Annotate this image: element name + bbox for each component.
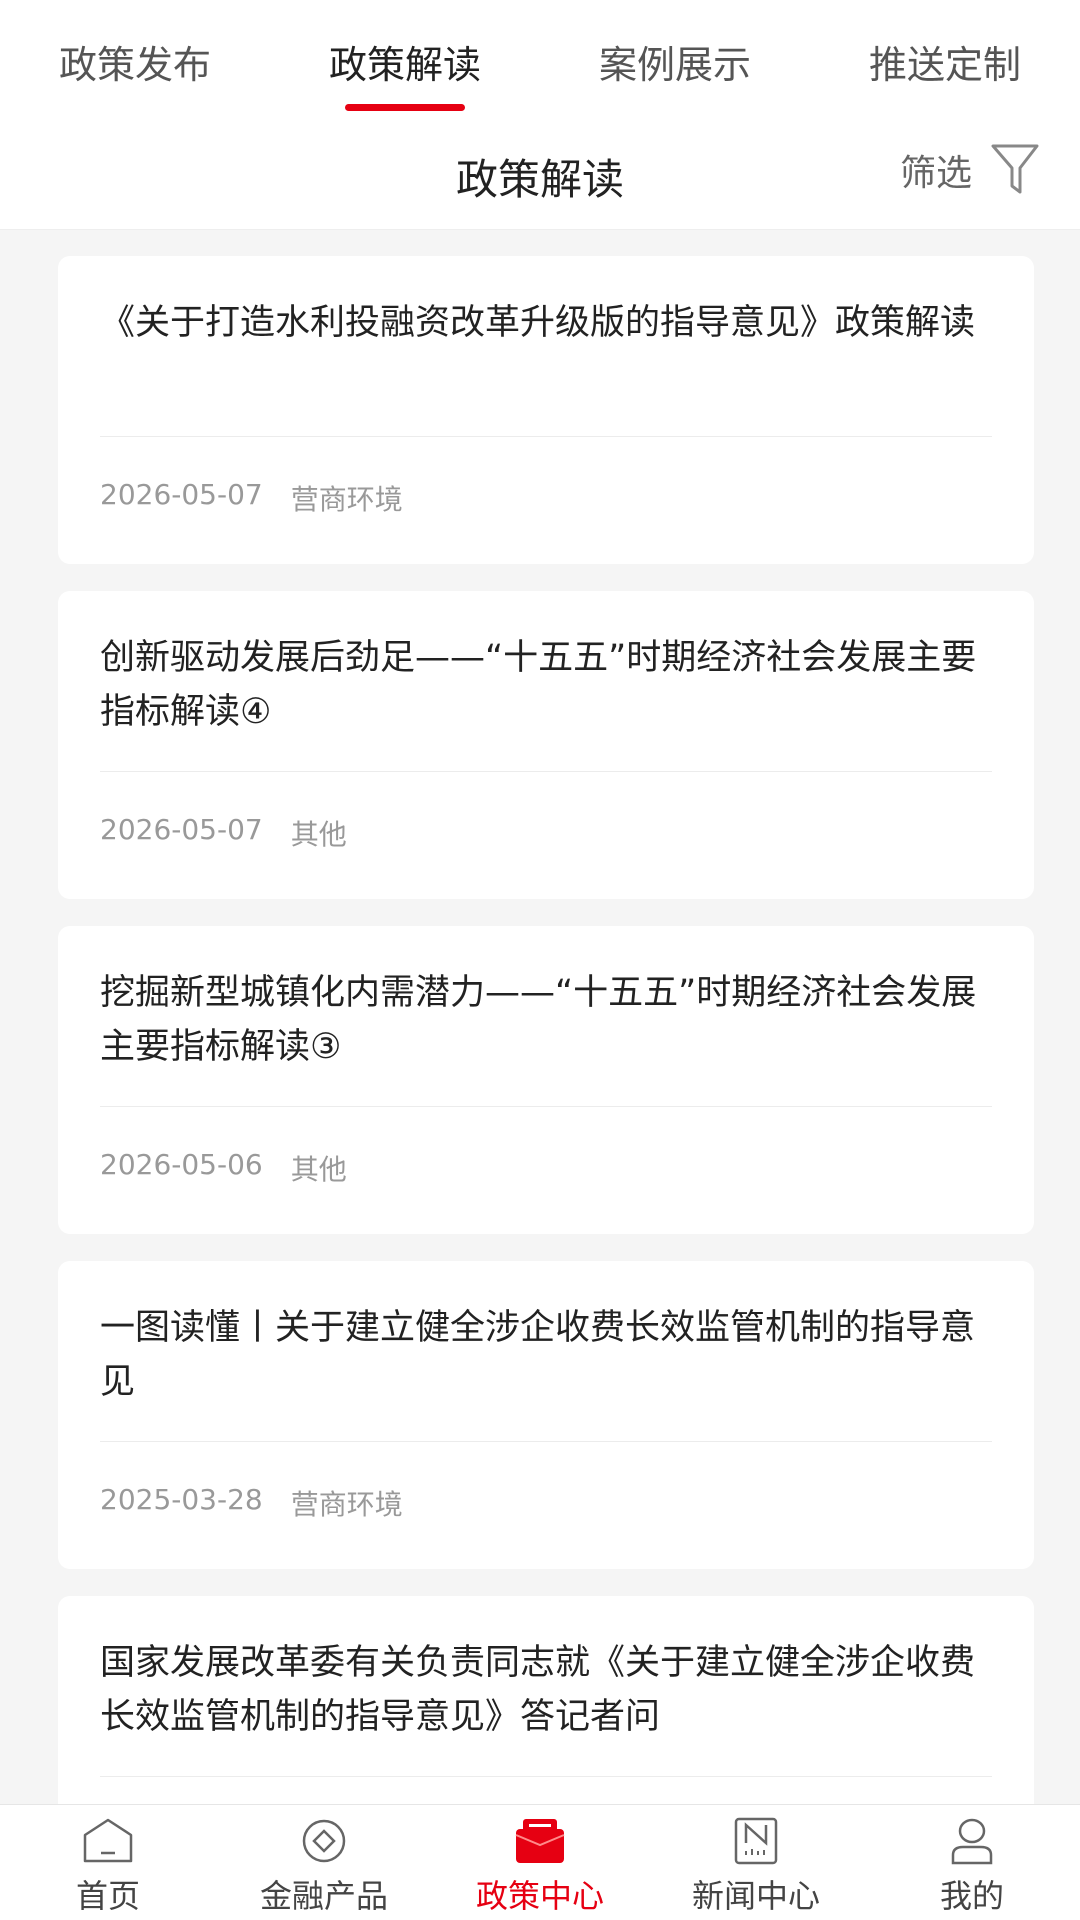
filter-icon	[991, 144, 1039, 194]
tab-push-customization[interactable]: 推送定制	[869, 0, 1021, 118]
article-date: 2026-05-07	[100, 813, 263, 846]
divider	[100, 1106, 992, 1107]
article-category: 其他	[290, 818, 347, 851]
tab-label: 案例展示	[598, 43, 751, 87]
tab-label: 政策解读	[328, 43, 481, 87]
list-item[interactable]: 一图读懂丨关于建立健全涉企收费长效监管机制的指导意见 2025-03-28 营商…	[58, 1261, 1034, 1569]
nav-label: 新闻中心	[691, 1877, 820, 1915]
diamond-icon	[302, 1819, 346, 1863]
profile-icon	[951, 1818, 993, 1865]
app-root: 政策发布 政策解读 案例展示 推送定制 政策解读 筛选 《关于打造水利投融资改革…	[0, 0, 1080, 1920]
article-category: 营商环境	[290, 1488, 403, 1521]
page-header: 政策解读 筛选	[0, 118, 1080, 230]
nav-label: 首页	[75, 1877, 140, 1915]
tab-policy-release[interactable]: 政策发布	[59, 0, 211, 118]
article-meta: 2026-05-07 其他	[100, 813, 347, 853]
article-category: 营商环境	[290, 483, 403, 516]
divider	[100, 1441, 992, 1442]
article-title: 一图读懂丨关于建立健全涉企收费长效监管机制的指导意见	[100, 1308, 976, 1402]
news-icon	[734, 1817, 778, 1865]
tab-policy-interpretation[interactable]: 政策解读	[329, 0, 481, 118]
tab-label: 推送定制	[868, 43, 1021, 87]
filter-label: 筛选	[899, 153, 972, 194]
article-date: 2025-03-28	[100, 1483, 263, 1516]
list-item[interactable]: 《关于打造水利投融资改革升级版的指导意见》政策解读 2026-05-07 营商环…	[58, 256, 1034, 564]
policy-folder-icon	[515, 1819, 565, 1863]
nav-my[interactable]: 我的	[864, 1805, 1080, 1920]
list-item[interactable]: 挖掘新型城镇化内需潜力——“十五五”时期经济社会发展主要指标解读③ 2026-0…	[58, 926, 1034, 1234]
article-meta: 2025-03-28 营商环境	[100, 1483, 403, 1523]
nav-label: 政策中心	[475, 1877, 604, 1915]
divider	[100, 1776, 992, 1777]
nav-label: 我的	[939, 1877, 1004, 1915]
article-title: 国家发展改革委有关负责同志就《关于建立健全涉企收费长效监管机制的指导意见》答记者…	[100, 1643, 976, 1737]
home-icon	[83, 1818, 133, 1863]
filter-button[interactable]: 筛选	[900, 142, 1040, 198]
article-title: 《关于打造水利投融资改革升级版的指导意见》政策解读	[100, 303, 976, 343]
divider	[100, 771, 992, 772]
article-title: 挖掘新型城镇化内需潜力——“十五五”时期经济社会发展主要指标解读③	[100, 973, 977, 1067]
active-tab-indicator	[344, 104, 465, 111]
article-list: 《关于打造水利投融资改革升级版的指导意见》政策解读 2026-05-07 营商环…	[58, 256, 1034, 1920]
nav-financial-products[interactable]: 金融产品	[216, 1805, 432, 1920]
article-category: 其他	[290, 1153, 347, 1186]
article-meta: 2026-05-07 营商环境	[100, 478, 403, 518]
article-date: 2026-05-07	[100, 478, 263, 511]
article-title: 创新驱动发展后劲足——“十五五”时期经济社会发展主要指标解读④	[100, 638, 977, 732]
nav-label: 金融产品	[259, 1877, 388, 1915]
bottom-nav: 首页 金融产品 政策中心 新闻中心 我的	[0, 1804, 1080, 1920]
divider	[100, 436, 992, 437]
nav-policy-center[interactable]: 政策中心	[432, 1805, 648, 1920]
tab-label: 政策发布	[58, 43, 211, 87]
top-tab-bar: 政策发布 政策解读 案例展示 推送定制	[0, 0, 1080, 118]
nav-news-center[interactable]: 新闻中心	[648, 1805, 864, 1920]
tab-case-showcase[interactable]: 案例展示	[599, 0, 751, 118]
article-meta: 2026-05-06 其他	[100, 1148, 347, 1188]
list-item[interactable]: 创新驱动发展后劲足——“十五五”时期经济社会发展主要指标解读④ 2026-05-…	[58, 591, 1034, 899]
nav-home[interactable]: 首页	[0, 1805, 216, 1920]
article-date: 2026-05-06	[100, 1148, 263, 1181]
